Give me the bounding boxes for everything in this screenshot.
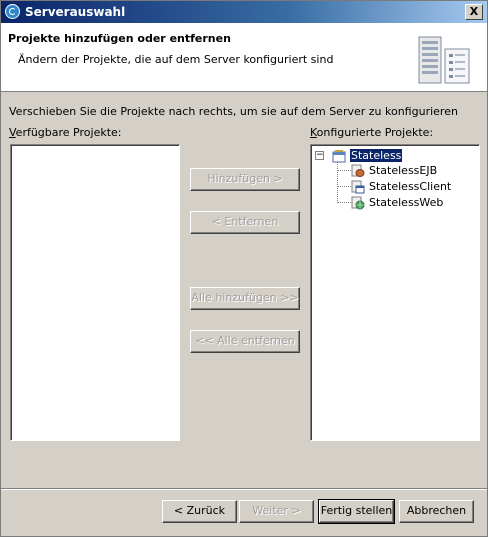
tree-node-ejb-label[interactable]: StatelessEJB xyxy=(369,164,437,177)
collapse-toggle[interactable]: − xyxy=(315,151,324,160)
web-project-icon xyxy=(351,196,365,210)
tree-node-root-label[interactable]: Stateless xyxy=(348,148,404,163)
remove-button[interactable]: < Entfernen xyxy=(190,211,300,234)
window-title: Serverauswahl xyxy=(25,5,126,19)
next-button[interactable]: Weiter > xyxy=(239,500,314,523)
configured-projects-tree[interactable]: − Stateless StatelessEJB StatelessClient xyxy=(310,144,480,441)
add-all-button[interactable]: Alle hinzufügen >> xyxy=(190,287,300,310)
tree-connector xyxy=(337,202,351,203)
close-button[interactable]: X xyxy=(465,4,483,20)
add-button[interactable]: Hinzufügen > xyxy=(190,168,300,191)
back-button[interactable]: < Zurück xyxy=(162,500,237,523)
eclipse-server-icon xyxy=(5,4,20,19)
cancel-button[interactable]: Abbrechen xyxy=(399,500,474,523)
header-description: Ändern der Projekte, die auf dem Server … xyxy=(18,53,334,66)
ejb-project-icon xyxy=(351,164,365,177)
title-bar[interactable]: Serverauswahl X xyxy=(1,1,487,23)
remove-all-button[interactable]: << Alle entfernen xyxy=(190,330,300,353)
dialog-window: Serverauswahl X Projekte hinzufügen oder… xyxy=(0,0,488,537)
footer-separator xyxy=(1,488,487,490)
tree-connector xyxy=(337,170,351,171)
tree-connector xyxy=(337,161,338,203)
finish-button[interactable]: Fertig stellen xyxy=(318,499,395,524)
header-title: Projekte hinzufügen oder entfernen xyxy=(8,32,231,45)
tree-connector xyxy=(337,186,351,187)
wizard-header: Projekte hinzufügen oder entfernen Änder… xyxy=(1,23,487,92)
configured-projects-label: Konfigurierte Projekte: xyxy=(310,126,434,139)
available-projects-list[interactable] xyxy=(10,144,180,441)
available-projects-label: Verfügbare Projekte: xyxy=(9,126,122,139)
instruction-text: Verschieben Sie die Projekte nach rechts… xyxy=(9,105,458,118)
client-project-icon xyxy=(351,180,365,194)
ear-project-icon xyxy=(332,150,346,163)
tree-node-client-label[interactable]: StatelessClient xyxy=(369,180,451,193)
server-wizard-icon xyxy=(418,36,470,84)
tree-node-web-label[interactable]: StatelessWeb xyxy=(369,196,443,209)
